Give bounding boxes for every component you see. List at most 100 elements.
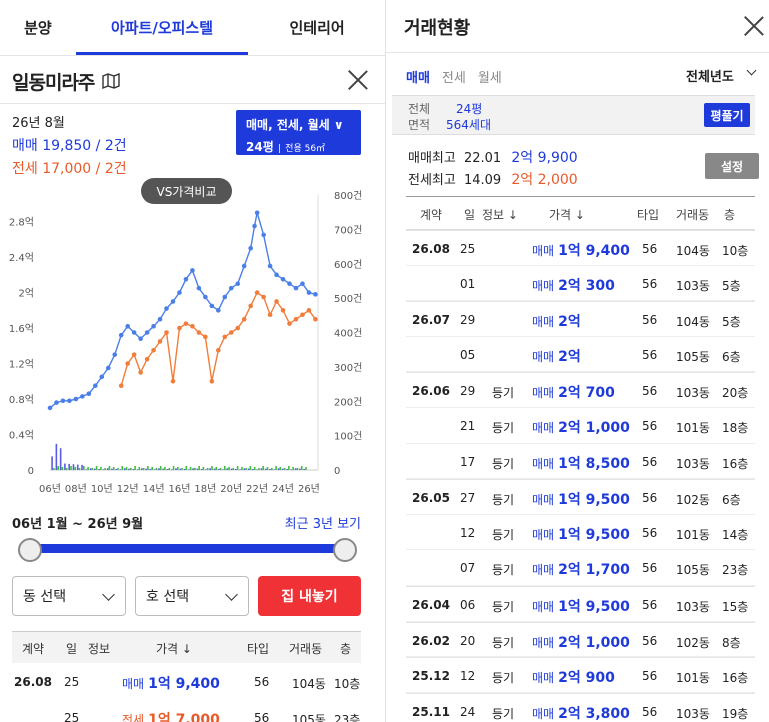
dong-select[interactable]: 동 선택 [12, 576, 126, 616]
table-row[interactable]: 01 매매 2억 300 56 103동 5층 [406, 266, 755, 302]
deal-type-filter[interactable]: 매매, 전세, 월세 ∨ 24평 | 전용 56㎡ [236, 110, 361, 155]
volume-bar-jeonse [147, 466, 149, 470]
y-left-tick-label: 0.4억 [9, 430, 34, 442]
col-contract[interactable]: 계약 [420, 206, 442, 223]
volume-bar-jeonse [305, 467, 307, 470]
data-point-sale [267, 263, 273, 269]
row-floor: 6층 [722, 349, 741, 364]
volume-bar [277, 468, 280, 470]
volume-bar-jeonse [164, 467, 166, 470]
chevron-down-icon [225, 588, 238, 601]
volume-bar-jeonse [87, 467, 89, 470]
list-house-button[interactable]: 집 내놓기 [258, 576, 361, 616]
panel-title: 거래현황 [404, 18, 471, 39]
row-price: 매매 2억 3,800 [532, 703, 630, 722]
col-info[interactable]: 정보 ↓ [482, 206, 518, 223]
range-slider-start-handle[interactable] [18, 538, 42, 562]
table-row[interactable]: 26.06 29 등기 매매 2억 700 56 103동 20층 [406, 372, 755, 408]
row-info: 등기 [492, 527, 515, 542]
range-slider-track[interactable] [22, 544, 346, 553]
data-point-sale [118, 332, 124, 338]
row-deal-kind: 매매 [532, 315, 555, 330]
tab-monthly[interactable]: 월세 [478, 67, 502, 86]
ho-select[interactable]: 호 선택 [135, 576, 249, 616]
data-point-jeonse [293, 316, 299, 322]
data-point-sale [183, 276, 189, 282]
map-icon[interactable] [102, 73, 121, 89]
col-price[interactable]: 가격 ↓ [549, 206, 585, 223]
row-dong: 101동 [676, 421, 710, 435]
volume-bar [64, 463, 66, 470]
tab-apartment[interactable]: 아파트/오피스텔 [75, 0, 249, 55]
table-row[interactable]: 25.11 24 등기 매매 2억 3,800 56 103동 19층 [406, 692, 755, 722]
volume-bar [239, 469, 241, 470]
table-row[interactable]: 25.12 12 등기 매매 2억 900 56 101동 16층 [406, 657, 755, 693]
row-dong: 103동 [676, 386, 710, 401]
row-floor: 23층 [722, 563, 749, 578]
table-row[interactable]: 05 매매 2억 56 105동 6층 [406, 337, 755, 373]
year-filter[interactable]: 전체년도 [686, 65, 757, 85]
table-row[interactable]: 26.04 06 등기 매매 1억 9,500 56 103동 15층 [406, 586, 755, 622]
left-panel: 분양 아파트/오피스텔 인테리어 일동미라주 26년 8월 매매 19,850 … [0, 0, 386, 722]
tab-interior[interactable]: 인테리어 [248, 0, 385, 55]
row-contract: 26.08 [412, 242, 450, 256]
data-point-jeonse [183, 321, 189, 326]
volume-bar-jeonse [65, 468, 68, 470]
table-row[interactable]: 25 전세 1억 7,000 56 105동 23층 [12, 700, 361, 722]
table-row[interactable]: 12 등기 매매 1억 9,500 56 101동 14층 [406, 515, 755, 551]
table-row[interactable]: 26.05 27 등기 매매 1억 9,500 56 102동 6층 [406, 479, 755, 515]
tab-sale[interactable]: 매매 [406, 67, 430, 86]
col-contract[interactable]: 계약 [22, 640, 44, 657]
volume-bar-jeonse [95, 466, 98, 470]
data-point-sale [157, 316, 163, 322]
table-row[interactable]: 07 등기 매매 2억 1,700 56 105동 23층 [406, 550, 755, 586]
data-point-sale [170, 299, 176, 304]
data-point-jeonse [235, 325, 241, 331]
volume-bar [264, 468, 267, 470]
data-point-jeonse [203, 334, 208, 340]
col-price[interactable]: 가격 ↓ [156, 640, 192, 657]
row-day: 17 [460, 454, 476, 469]
data-point-sale [105, 365, 111, 371]
row-deal-kind: 매매 [532, 600, 555, 614]
row-day: 24 [460, 704, 476, 719]
row-day: 05 [460, 347, 476, 362]
chevron-down-icon [746, 65, 757, 76]
close-icon[interactable] [347, 69, 369, 91]
volume-bar [299, 468, 301, 470]
row-info: 등기 [492, 600, 515, 614]
recent-3y-link[interactable]: 최근 3년 보기 [285, 513, 361, 532]
volume-bar-jeonse [176, 467, 179, 470]
price-chart[interactable]: 0 0.4억 0.8억 1.2억 1.6억 2억 2.4억 2.8억 0 100건 200건 300건… [0, 180, 386, 500]
table-row[interactable]: 26.02 20 등기 매매 2억 1,000 56 102동 8층 [406, 621, 755, 658]
table-row[interactable]: 21 등기 매매 2억 1,000 56 101동 18층 [406, 408, 755, 444]
table-row[interactable]: 26.07 29 매매 2억 56 104동 5층 [406, 301, 755, 337]
table-row[interactable]: 26.08 25 매매 1억 9,400 56 104동 10층 [12, 664, 361, 700]
volume-bar [81, 464, 83, 470]
x-tick-label: 22년 [246, 483, 268, 495]
x-tick-label: 10년 [91, 483, 113, 495]
volume-bar [188, 469, 190, 470]
tab-presale[interactable]: 분양 [0, 0, 76, 55]
table-row[interactable]: 17 등기 매매 1억 8,500 56 103동 16층 [406, 444, 755, 480]
tab-jeonse[interactable]: 전세 [442, 67, 466, 86]
pyeong-toggle-button[interactable]: 평풀기 [704, 103, 750, 127]
row-dong: 105동 [292, 713, 326, 722]
volume-bar-jeonse [108, 466, 111, 470]
volume-bar-jeonse [74, 467, 77, 470]
range-slider-end-handle[interactable] [333, 538, 357, 562]
volume-bar-jeonse [194, 468, 196, 470]
area-label-all: 전체 [408, 102, 431, 116]
x-tick-label: 16년 [168, 483, 190, 495]
vs-compare-button[interactable]: VS가격비교 [141, 178, 232, 204]
settings-button[interactable]: 설정 [705, 153, 759, 179]
volume-bar [128, 468, 130, 470]
data-point-sale [216, 308, 221, 313]
close-icon[interactable] [743, 15, 765, 37]
volume-bar-jeonse [142, 468, 145, 470]
filter-size: 24평 [246, 140, 274, 154]
x-tick-label: 24년 [272, 483, 294, 495]
row-dong: 101동 [676, 671, 710, 686]
table-row[interactable]: 26.08 25 매매 1억 9,400 56 104동 10층 [406, 230, 755, 266]
deal-tabs: 매매 전세 월세 [406, 67, 502, 86]
